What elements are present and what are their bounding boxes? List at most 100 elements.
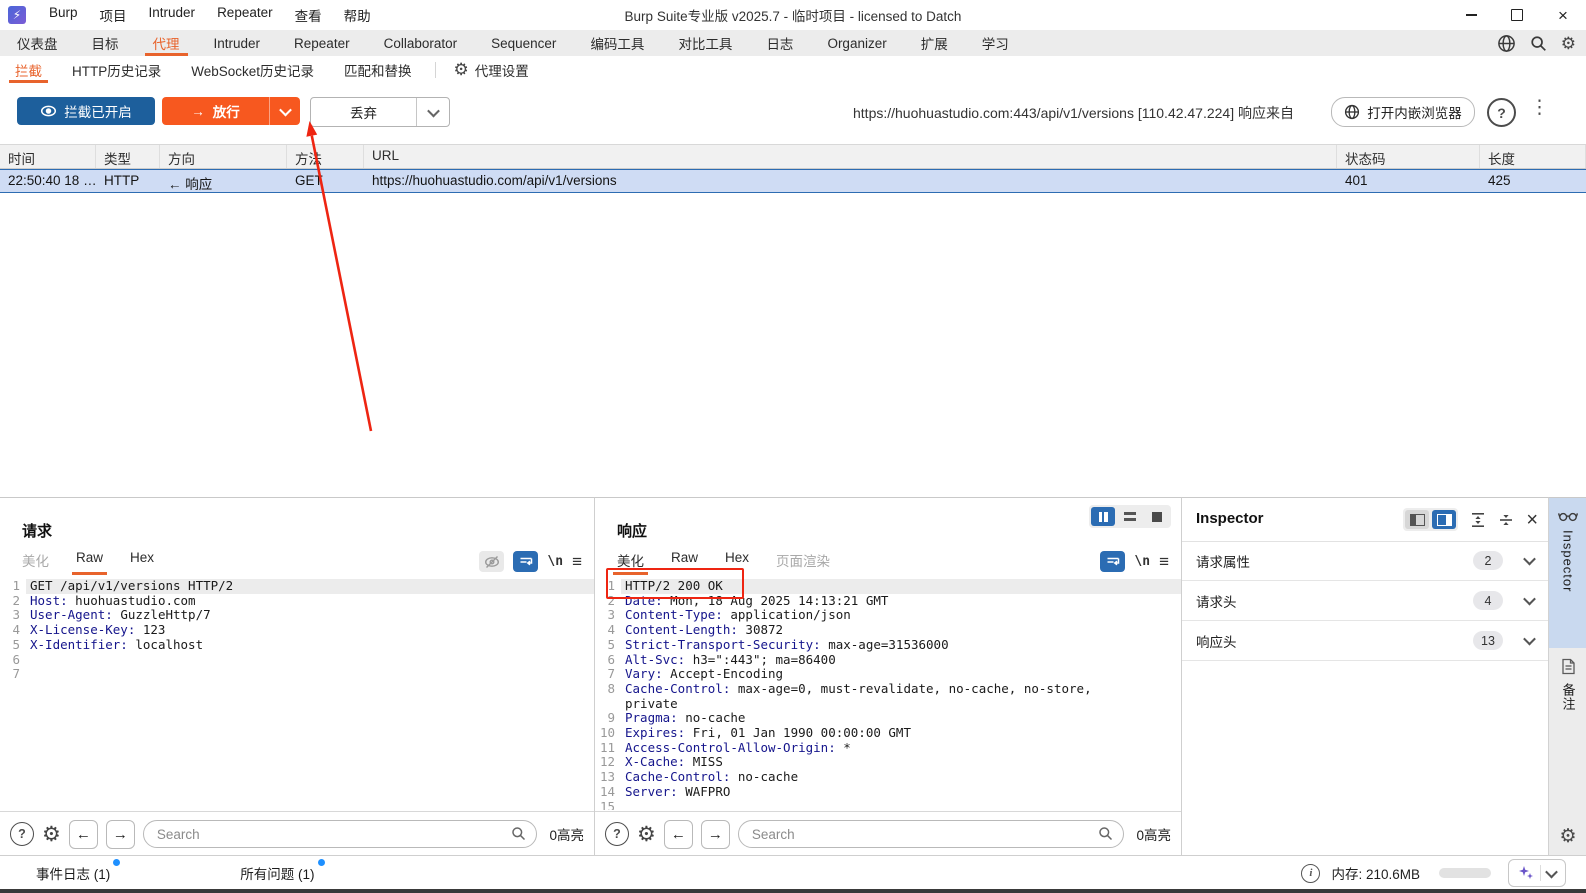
drop-dropdown[interactable] [416, 98, 449, 126]
main-tab[interactable]: 学习 [965, 30, 1026, 56]
globe-icon [1344, 104, 1360, 120]
layout-rows-button[interactable] [1118, 507, 1142, 526]
inspector-section[interactable]: 请求头 4 [1182, 581, 1548, 621]
column-header[interactable]: 长度 [1480, 145, 1586, 168]
tab-proxy-settings[interactable]: ⚙ 代理设置 [444, 56, 539, 83]
header-value: GET /api/v1/versions HTTP/2 [30, 579, 233, 594]
kebab-menu-icon[interactable]: ⋮ [1530, 96, 1549, 119]
ai-assistant-button[interactable] [1508, 859, 1566, 887]
column-header[interactable]: URL [364, 145, 1337, 168]
dock-left-button[interactable] [1405, 510, 1429, 529]
help-icon[interactable]: ? [10, 822, 34, 846]
hide-nonprintable-button[interactable] [479, 551, 504, 572]
main-tab[interactable]: 对比工具 [661, 30, 749, 56]
menu-item[interactable]: Intruder [138, 1, 207, 29]
status-tab[interactable]: 事件日志 (1) [36, 863, 120, 883]
prev-match-button[interactable]: ← [69, 820, 98, 849]
search-settings-gear-icon[interactable]: ⚙ [42, 824, 61, 845]
main-tab[interactable]: Organizer [810, 30, 903, 56]
search-settings-gear-icon[interactable]: ⚙ [637, 824, 656, 845]
main-tab[interactable]: 日志 [749, 30, 810, 56]
proxy-sub-tab[interactable]: 拦截 [0, 56, 57, 83]
soft-wrap-button[interactable] [513, 551, 538, 572]
table-row[interactable]: 22:50:40 18 … HTTP ← 响应 GET https://huoh… [0, 169, 1586, 193]
side-tab-notes[interactable]: 备注 [1549, 648, 1586, 753]
forward-dropdown[interactable] [269, 97, 300, 125]
main-tab[interactable]: Repeater [277, 30, 367, 56]
editor-tab[interactable]: 美化 [617, 550, 644, 576]
main-tab[interactable]: 仪表盘 [0, 30, 75, 56]
menu-item[interactable]: Repeater [206, 1, 284, 29]
panel-settings-gear-icon[interactable]: ⚙ [1549, 825, 1586, 848]
inspector-section[interactable]: 响应头 13 [1182, 621, 1548, 661]
column-header[interactable]: 方向 [160, 145, 287, 168]
main-tab[interactable]: Sequencer [474, 30, 573, 56]
side-tab-inspector[interactable]: Inspector [1549, 498, 1586, 648]
help-icon[interactable]: ? [605, 822, 629, 846]
response-search-input[interactable] [738, 820, 1125, 848]
layout-columns-button[interactable] [1091, 507, 1115, 526]
proxy-sub-tab[interactable]: HTTP历史记录 [57, 56, 176, 83]
main-tab[interactable]: Collaborator [367, 30, 475, 56]
column-header[interactable]: 方法 [287, 145, 364, 168]
menu-item[interactable]: 项目 [89, 1, 138, 29]
header-name: Content-Type: [625, 608, 723, 623]
menu-item[interactable]: Burp [38, 1, 89, 29]
dock-right-button[interactable] [1432, 510, 1456, 529]
editor-tab[interactable]: 美化 [22, 550, 49, 576]
info-icon[interactable]: i [1301, 864, 1320, 883]
drop-button[interactable]: 丢弃 [310, 97, 450, 127]
editor-tab[interactable]: Raw [76, 550, 103, 576]
expand-all-icon[interactable] [1470, 512, 1486, 528]
close-button[interactable]: × [1540, 0, 1586, 30]
menu-item[interactable]: 帮助 [333, 1, 382, 29]
show-newlines-button[interactable]: \n [547, 554, 563, 569]
table-header-row: 时间类型方向方法URL状态码长度 [0, 144, 1586, 169]
status-tab[interactable]: 所有问题 (1) [240, 863, 324, 883]
header-value: Fri, 01 Jan 1990 00:00:00 GMT [685, 726, 911, 741]
proxy-sub-tab[interactable]: WebSocket历史记录 [176, 56, 329, 83]
header-name: Date: [625, 594, 663, 609]
minimize-button[interactable] [1448, 0, 1494, 30]
column-header[interactable]: 时间 [0, 145, 96, 168]
editor-menu-icon[interactable]: ≡ [572, 552, 582, 572]
maximize-button[interactable] [1494, 0, 1540, 30]
forward-button[interactable]: → 放行 [162, 97, 300, 125]
main-tab[interactable]: 编码工具 [573, 30, 661, 56]
main-tab[interactable]: 目标 [75, 30, 136, 56]
editor-menu-icon[interactable]: ≡ [1159, 552, 1169, 572]
menu-item[interactable]: 查看 [284, 1, 333, 29]
open-embedded-browser-button[interactable]: 打开内嵌浏览器 [1331, 97, 1475, 127]
column-header[interactable]: 类型 [96, 145, 160, 168]
request-search-input[interactable] [143, 820, 538, 848]
collapse-all-icon[interactable] [1498, 512, 1514, 528]
soft-wrap-button[interactable] [1100, 551, 1125, 572]
search-icon[interactable] [1530, 35, 1547, 52]
settings-gear-icon[interactable]: ⚙ [1561, 35, 1576, 52]
request-editor[interactable]: 1GET /api/v1/versions HTTP/2 2Host: huoh… [0, 579, 594, 810]
prev-match-button[interactable]: ← [664, 820, 693, 849]
next-match-button[interactable]: → [701, 820, 730, 849]
memory-cluster: i 内存: 210.6MB [1301, 856, 1566, 890]
main-tab[interactable]: Intruder [197, 30, 278, 56]
close-inspector-icon[interactable]: × [1526, 510, 1538, 530]
response-line: 12X-Cache: MISS [595, 755, 1181, 770]
editor-tab[interactable]: Hex [725, 550, 749, 576]
editor-tab[interactable]: 页面渲染 [776, 550, 830, 576]
response-line: 2Date: Mon, 18 Aug 2025 14:13:21 GMT [595, 594, 1181, 609]
layout-single-button[interactable] [1145, 507, 1169, 526]
globe-icon[interactable] [1497, 34, 1516, 53]
intercept-toggle-button[interactable]: 拦截已开启 [17, 97, 155, 125]
inspector-section[interactable]: 请求属性 2 [1182, 541, 1548, 581]
main-tab[interactable]: 扩展 [904, 30, 965, 56]
show-newlines-button[interactable]: \n [1134, 554, 1150, 569]
main-tab[interactable]: 代理 [136, 30, 197, 56]
response-editor[interactable]: 1HTTP/2 200 OK 2Date: Mon, 18 Aug 2025 1… [595, 579, 1181, 810]
column-header[interactable]: 状态码 [1337, 145, 1480, 168]
proxy-sub-tab[interactable]: 匹配和替换 [329, 56, 427, 83]
editor-tab[interactable]: Raw [671, 550, 698, 576]
next-match-button[interactable]: → [106, 820, 135, 849]
help-button[interactable]: ? [1487, 98, 1516, 127]
editor-tab[interactable]: Hex [130, 550, 154, 576]
window-bottom-edge [0, 889, 1586, 893]
